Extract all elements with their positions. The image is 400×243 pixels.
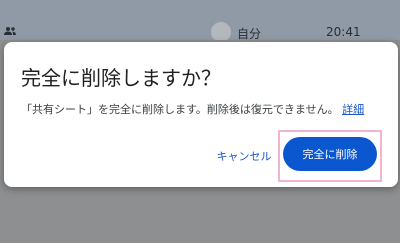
timestamp: 20:41 — [326, 25, 361, 39]
people-icon — [4, 27, 16, 35]
background-top-bar: 自分 20:41 — [0, 0, 400, 42]
cancel-button[interactable]: キャンセル — [209, 145, 279, 167]
dialog-message-text: 「共有シート」を完全に削除します。削除後は復元できません。 — [21, 103, 339, 116]
avatar — [211, 22, 231, 42]
dialog-title: 完全に削除しますか？ — [21, 66, 221, 90]
details-link[interactable]: 詳細 — [342, 103, 364, 116]
dialog-message: 「共有シート」を完全に削除します。削除後は復元できません。 詳細 — [21, 101, 391, 117]
delete-permanently-button[interactable]: 完全に削除 — [283, 137, 377, 171]
